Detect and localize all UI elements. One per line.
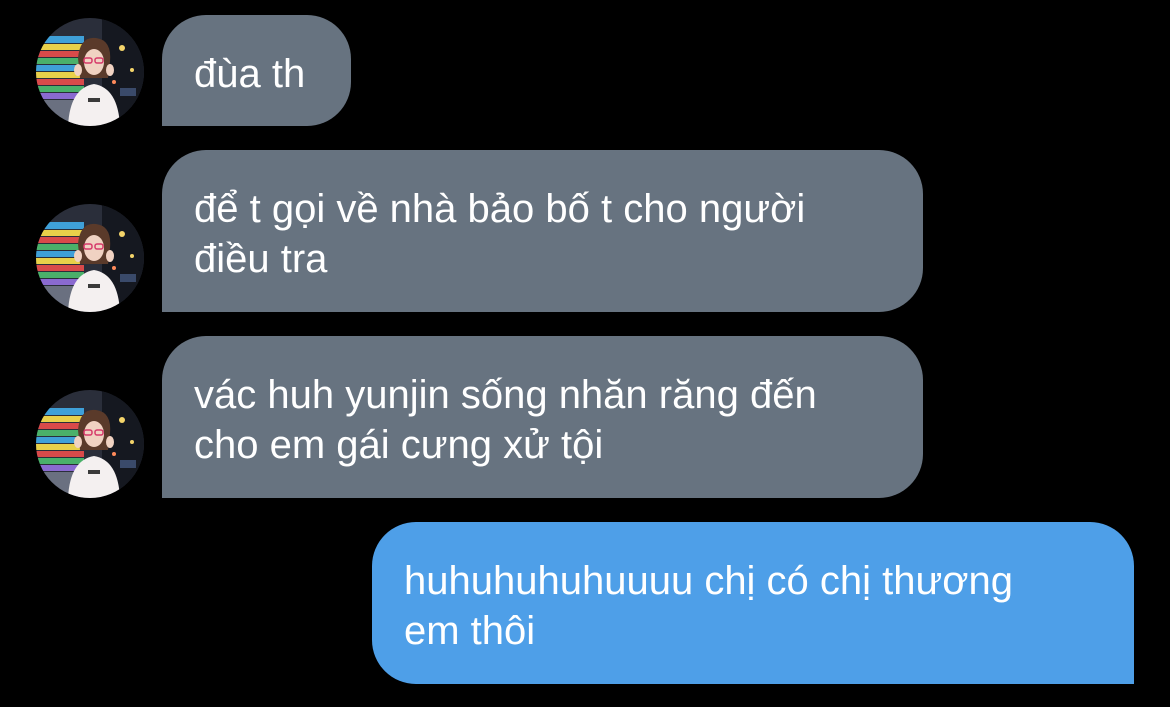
message-bubble-incoming[interactable]: để t gọi về nhà bảo bố t cho người điều …: [162, 150, 923, 312]
message-line: điều tra: [194, 237, 328, 281]
message-line: đùa th: [194, 52, 306, 96]
message-line: vác huh yunjin sống nhăn răng đến: [194, 373, 817, 417]
message-bubble-incoming[interactable]: vác huh yunjin sống nhăn răng đến cho em…: [162, 336, 923, 498]
contact-avatar[interactable]: [36, 204, 144, 312]
message-line: để t gọi về nhà bảo bố t cho người: [194, 187, 806, 231]
contact-avatar[interactable]: [36, 390, 144, 498]
contact-avatar[interactable]: [36, 18, 144, 126]
message-bubble-outgoing[interactable]: huhuhuhuhuuuu chị có chị thương em thôi: [372, 522, 1134, 684]
message-line: huhuhuhuhuuuu chị có chị thương: [404, 559, 1014, 603]
message-bubble-incoming[interactable]: đùa th: [162, 15, 351, 126]
message-line: cho em gái cưng xử tội: [194, 423, 604, 467]
profile-photo-avatar-icon: [36, 204, 144, 312]
message-line: em thôi: [404, 609, 536, 653]
profile-photo-avatar-icon: [36, 18, 144, 126]
profile-photo-avatar-icon: [36, 390, 144, 498]
chat-thread: đùa th để t gọi về nhà bảo bố t cho ngườ…: [0, 0, 1170, 707]
